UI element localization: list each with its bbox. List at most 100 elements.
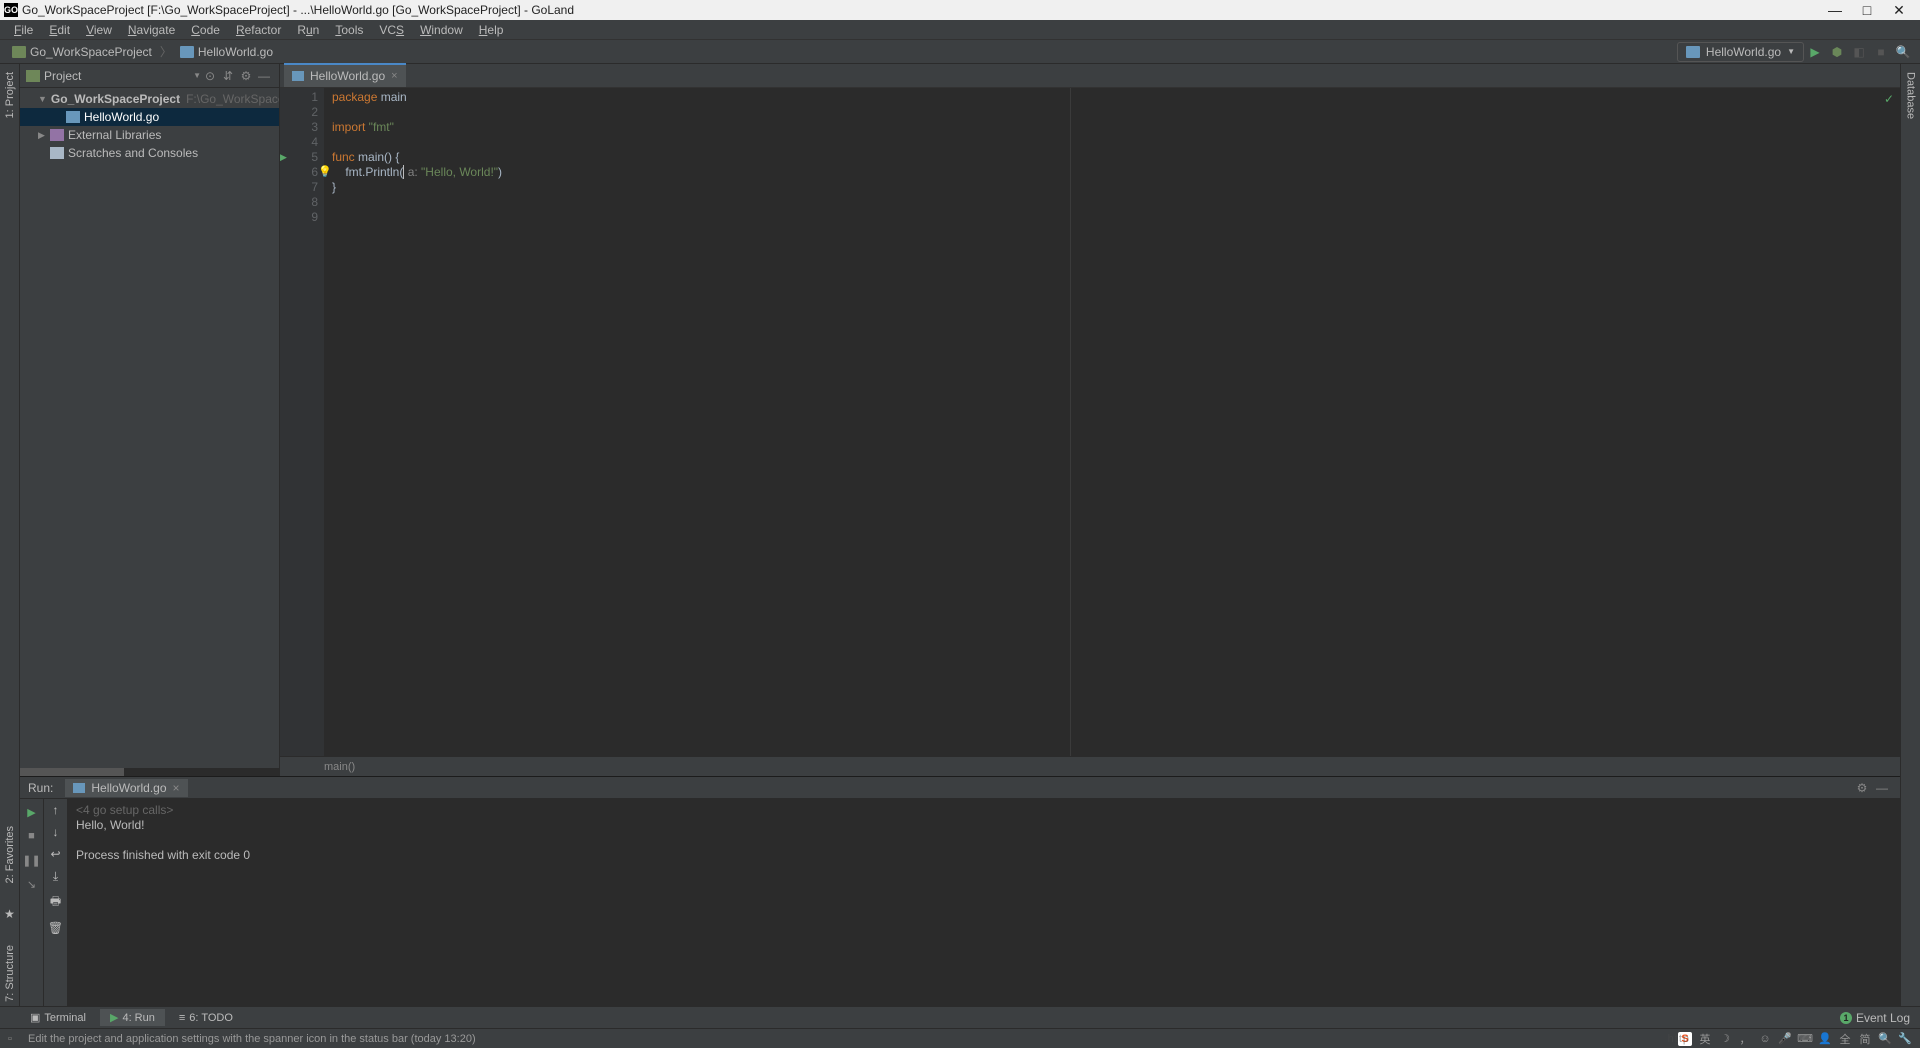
ime-mic-icon[interactable]: 🎤 — [1778, 1032, 1792, 1046]
tool-tab-database[interactable]: Database — [1905, 68, 1917, 123]
menu-view[interactable]: View — [78, 23, 120, 37]
print-button[interactable]: 🖶 — [50, 892, 61, 913]
editor-gutter[interactable]: 1 2 3 4 ▶5 💡6 7 8 9 — [280, 88, 324, 756]
close-button[interactable]: ✕ — [1892, 3, 1906, 17]
close-tab-icon[interactable]: × — [391, 70, 397, 82]
tool-tab-run[interactable]: ▶ 4: Run — [100, 1009, 165, 1026]
project-panel-title[interactable]: Project — [44, 69, 189, 83]
project-scrollbar[interactable] — [20, 768, 279, 776]
menu-code[interactable]: Code — [183, 23, 228, 37]
menu-navigate[interactable]: Navigate — [120, 23, 183, 37]
breadcrumb-file[interactable]: HelloWorld.go — [174, 45, 279, 59]
window-titlebar: GO Go_WorkSpaceProject [F:\Go_WorkSpaceP… — [0, 0, 1920, 20]
chevron-down-icon: ▼ — [1787, 47, 1795, 56]
chevron-down-icon[interactable]: ▼ — [193, 71, 201, 80]
clear-button[interactable]: 🗑 — [48, 921, 63, 935]
event-log-button[interactable]: 1 Event Log — [1830, 1009, 1920, 1027]
status-icon[interactable]: ▫ — [8, 1033, 22, 1045]
ime-person-icon[interactable]: 👤 — [1818, 1032, 1832, 1046]
console-line: Process finished with exit code 0 — [76, 848, 1892, 863]
menu-vcs[interactable]: VCS — [371, 23, 412, 37]
go-file-icon — [73, 783, 85, 793]
library-icon — [50, 129, 64, 141]
ime-comma-icon[interactable]: ， — [1738, 1032, 1752, 1046]
settings-gear-icon[interactable]: ⚙ — [237, 69, 255, 83]
run-console[interactable]: <4 go setup calls> Hello, World! Process… — [68, 799, 1900, 1006]
expand-all-button[interactable]: ⇵ — [219, 69, 237, 83]
scroll-to-end-button[interactable]: ⤓ — [53, 869, 58, 884]
rerun-button[interactable]: ▶ — [23, 803, 41, 821]
ime-full-icon[interactable]: 全 — [1838, 1032, 1852, 1046]
editor-tab[interactable]: HelloWorld.go × — [284, 63, 406, 87]
close-tab-icon[interactable]: × — [173, 781, 180, 795]
menu-tools[interactable]: Tools — [327, 23, 371, 37]
menu-refactor[interactable]: Refactor — [228, 23, 289, 37]
tree-file[interactable]: HelloWorld.go — [20, 108, 279, 126]
console-line: Hello, World! — [76, 818, 1892, 833]
event-badge: 1 — [1840, 1012, 1852, 1024]
locate-button[interactable]: ⊙ — [201, 69, 219, 83]
breadcrumb-file-label: HelloWorld.go — [198, 45, 273, 59]
code-editor[interactable]: ✓ 1 2 3 4 ▶5 💡6 7 8 9 package main — [280, 88, 1900, 756]
run-panel-title: Run: — [28, 781, 53, 795]
main-menu: File Edit View Navigate Code Refactor Ru… — [0, 20, 1920, 40]
menu-run[interactable]: Run — [289, 23, 327, 37]
ime-lang-icon[interactable]: 英 — [1698, 1032, 1712, 1046]
editor-tab-label: HelloWorld.go — [310, 69, 385, 83]
stop-button[interactable]: ■ — [23, 827, 41, 845]
hide-button[interactable]: — — [255, 69, 273, 83]
scratch-icon — [50, 147, 64, 159]
minimize-button[interactable]: — — [1828, 3, 1842, 17]
run-config-selector[interactable]: HelloWorld.go ▼ — [1677, 42, 1804, 62]
menu-window[interactable]: Window — [412, 23, 471, 37]
ime-smile-icon[interactable]: ☺ — [1758, 1032, 1772, 1046]
project-panel-header: Project ▼ ⊙ ⇵ ⚙ — — [20, 64, 279, 88]
breadcrumb-project[interactable]: Go_WorkSpaceProject — [6, 45, 158, 59]
run-button[interactable]: ▶ — [1804, 41, 1826, 63]
breadcrumb-separator: 〉 — [158, 43, 174, 60]
ime-search-icon[interactable]: 🔍 — [1878, 1032, 1892, 1046]
pause-button[interactable]: ❚❚ — [23, 851, 41, 869]
status-message: Edit the project and application setting… — [28, 1033, 476, 1045]
chevron-right-icon: ▶ — [38, 130, 50, 141]
tool-tab-todo[interactable]: ≡ 6: TODO — [169, 1010, 243, 1026]
stop-button[interactable]: ■ — [1870, 41, 1892, 63]
editor-breadcrumb[interactable]: main() — [280, 756, 1900, 776]
tool-tab-project[interactable]: 1: Project — [4, 68, 16, 122]
go-file-icon — [180, 46, 194, 58]
search-everywhere-button[interactable]: 🔍 — [1892, 41, 1914, 63]
chevron-down-icon: ▼ — [38, 94, 47, 104]
ime-wrench-icon[interactable]: 🔧 — [1898, 1032, 1912, 1046]
coverage-button[interactable]: ◧ — [1848, 41, 1870, 63]
hide-button[interactable]: — — [1872, 781, 1892, 795]
project-tool-window: Project ▼ ⊙ ⇵ ⚙ — ▼ Go_WorkSpaceProject … — [20, 64, 280, 776]
down-button[interactable]: ↓ — [53, 825, 59, 839]
menu-edit[interactable]: Edit — [41, 23, 78, 37]
ime-moon-icon[interactable]: ☽ — [1718, 1032, 1732, 1046]
tree-external-libraries[interactable]: ▶ External Libraries — [20, 126, 279, 144]
ime-simp-icon[interactable]: 简 — [1858, 1032, 1872, 1046]
console-line: <4 go setup calls> — [76, 803, 1892, 818]
debug-button[interactable]: ⬢ — [1826, 41, 1848, 63]
exit-button[interactable]: ↘ — [23, 875, 41, 893]
system-tray: S 英 ☽ ， ☺ 🎤 ⌨ 👤 全 简 🔍 🔧 — [1678, 1032, 1912, 1046]
terminal-icon: ▣ — [30, 1011, 40, 1024]
maximize-button[interactable]: □ — [1860, 3, 1874, 17]
settings-gear-icon[interactable]: ⚙ — [1852, 781, 1872, 795]
star-icon: ★ — [4, 907, 15, 921]
tree-root[interactable]: ▼ Go_WorkSpaceProject F:\Go_WorkSpacePro… — [20, 90, 279, 108]
run-tab[interactable]: HelloWorld.go × — [65, 779, 187, 797]
tree-scratches[interactable]: Scratches and Consoles — [20, 144, 279, 162]
tree-file-label: HelloWorld.go — [84, 110, 159, 124]
watermark-text: http — [1668, 1033, 1690, 1045]
tool-tab-terminal[interactable]: ▣ Terminal — [20, 1009, 96, 1026]
tool-tab-favorites[interactable]: 2: Favorites — [4, 822, 16, 887]
code-content[interactable]: package main import "fmt" func main() { … — [324, 88, 1900, 756]
ime-keyboard-icon[interactable]: ⌨ — [1798, 1032, 1812, 1046]
menu-help[interactable]: Help — [471, 23, 512, 37]
run-line-marker-icon[interactable]: ▶ — [280, 150, 287, 165]
soft-wrap-button[interactable]: ↩ — [50, 847, 60, 861]
tool-tab-structure[interactable]: 7: Structure — [4, 941, 16, 1006]
menu-file[interactable]: File — [6, 23, 41, 37]
up-button[interactable]: ↑ — [53, 803, 59, 817]
